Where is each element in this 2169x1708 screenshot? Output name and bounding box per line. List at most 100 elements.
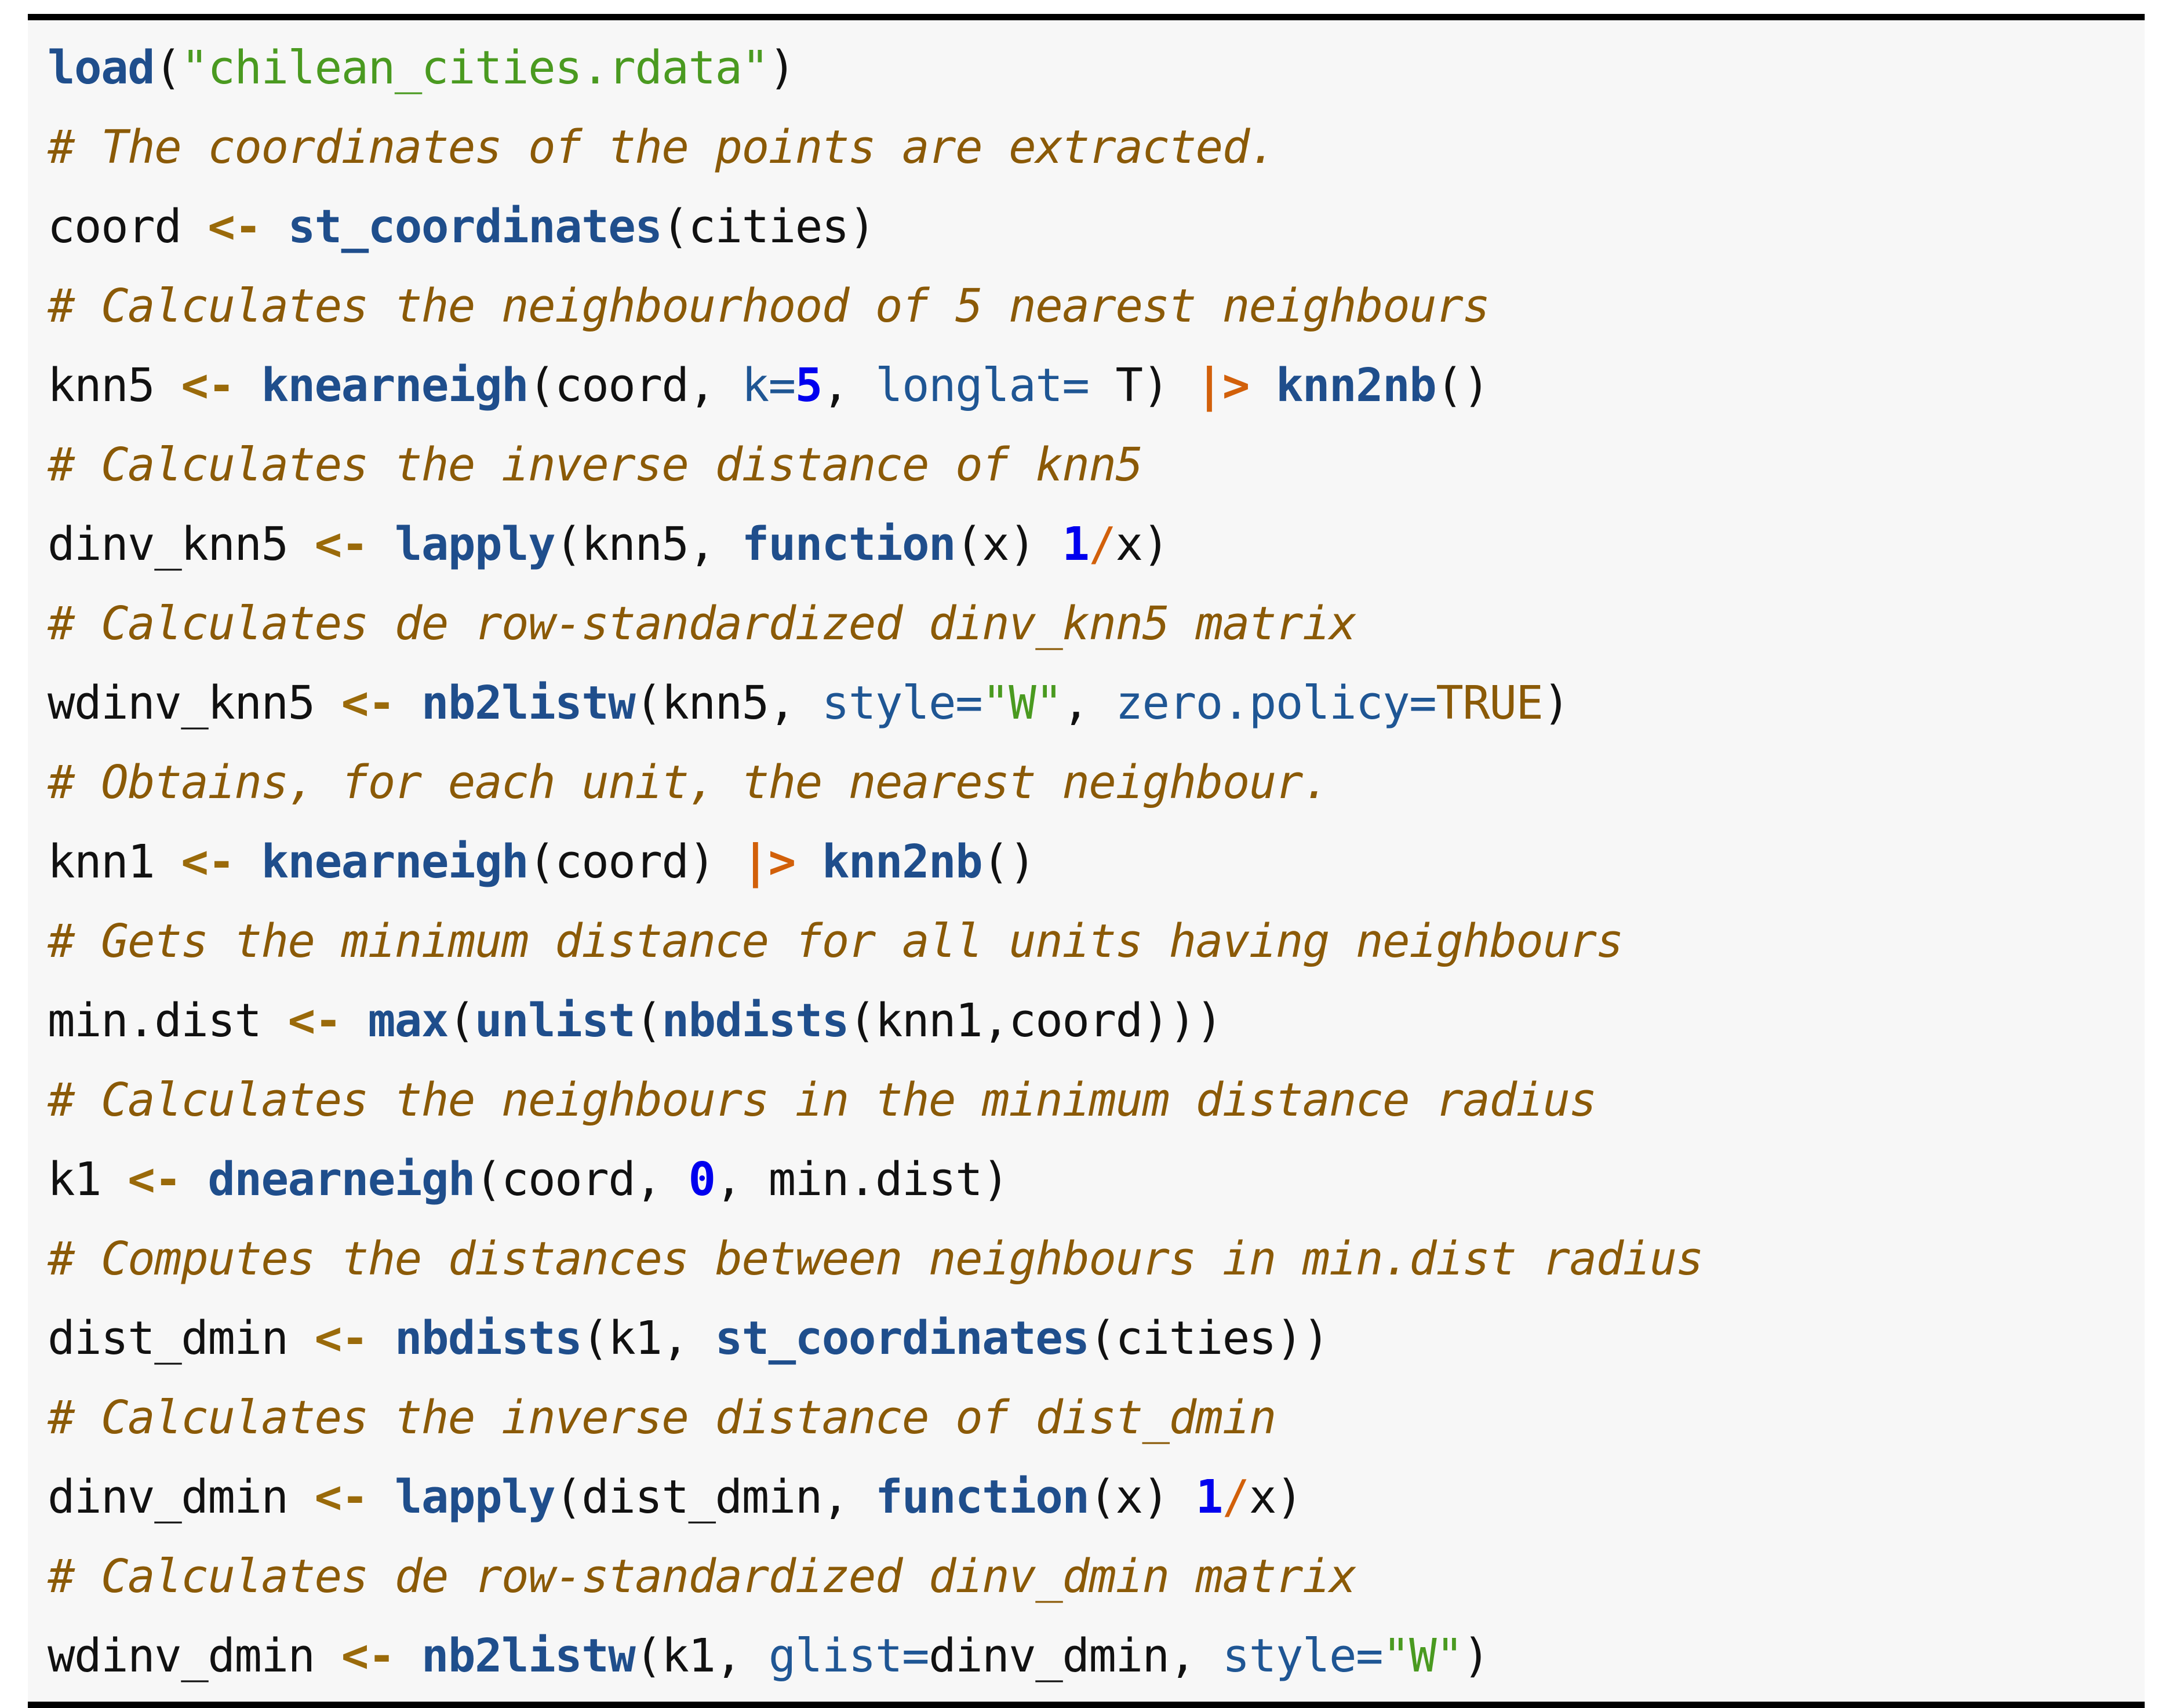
token-arg: k=: [741, 359, 796, 412]
code-comment-line: # Calculates the inverse distance of knn…: [28, 425, 2145, 505]
token-plain: (x): [1089, 1470, 1196, 1524]
token-fn: lapply: [394, 518, 556, 571]
comment-text: # The coordinates of the points are extr…: [48, 121, 1276, 174]
token-plain: (k1,: [581, 1312, 715, 1365]
comment-text: # Obtains, for each unit, the nearest ne…: [48, 756, 1330, 809]
comment-text: # Computes the distances between neighbo…: [48, 1232, 1704, 1285]
token-plain: (): [982, 835, 1036, 888]
code-line: k1 <- dnearneigh(coord, 0, min.dist): [28, 1140, 2145, 1219]
code-line: coord <- st_coordinates(cities): [28, 187, 2145, 267]
token-plain: ): [768, 41, 796, 94]
code-comment-line: # Calculates the neighbours in the minim…: [28, 1061, 2145, 1140]
code-line: min.dist <- max(unlist(nbdists(knn1,coor…: [28, 981, 2145, 1061]
comment-text: # Calculates de row-standardized dinv_dm…: [48, 1550, 1357, 1603]
token-op: <-: [341, 676, 396, 730]
token-fn: knn2nb: [1275, 359, 1437, 412]
comment-text: # Calculates the neighbours in the minim…: [48, 1073, 1597, 1127]
token-plain: dinv_knn5: [48, 518, 315, 571]
token-plain: (: [635, 994, 663, 1047]
token-plain: x): [1115, 518, 1170, 571]
token-op: <-: [287, 994, 343, 1047]
token-plain: ,: [821, 359, 875, 412]
token-fn: lapply: [394, 1470, 556, 1524]
code-comment-line: # Calculates de row-standardized dinv_kn…: [28, 584, 2145, 664]
token-plain: dinv_dmin,: [929, 1629, 1222, 1682]
code-comment-line: # Calculates de row-standardized dinv_dm…: [28, 1537, 2145, 1616]
token-plain: dist_dmin: [48, 1312, 315, 1365]
token-op: <-: [128, 1153, 182, 1206]
token-fn: st_coordinates: [287, 200, 663, 253]
token-plain: (knn5,: [555, 518, 742, 571]
token-op: <-: [181, 835, 235, 888]
token-fn: dnearneigh: [208, 1153, 475, 1206]
token-plain: (coord,: [528, 359, 742, 412]
token-plain: (cities): [661, 200, 876, 253]
token-fn: nbdists: [394, 1312, 583, 1365]
token-plain: ): [1462, 1629, 1490, 1682]
token-plain: (coord): [528, 835, 742, 888]
token-op: <-: [314, 518, 369, 571]
comment-text: # Calculates the inverse distance of knn…: [48, 438, 1143, 491]
token-num: 1: [1195, 1470, 1224, 1524]
token-op: <-: [208, 200, 262, 253]
token-fn: knn2nb: [821, 835, 983, 888]
token-plain: knn1: [48, 835, 181, 888]
token-fn: nbdists: [661, 994, 849, 1047]
code-comment-line: # Calculates the neighbourhood of 5 near…: [28, 267, 2145, 346]
token-plain: ): [1542, 676, 1571, 730]
token-fn: unlist: [475, 994, 636, 1047]
token-num: 5: [795, 359, 823, 412]
token-plain: min.dist: [48, 994, 288, 1047]
code-line: knn1 <- knearneigh(coord) |> knn2nb(): [28, 822, 2145, 902]
code-comment-line: # Gets the minimum distance for all unit…: [28, 902, 2145, 981]
token-plain: (x): [955, 518, 1062, 571]
code-listing-block: load("chilean_cities.rdata") # The coordi…: [28, 14, 2145, 1708]
code-line: dinv_knn5 <- lapply(knn5, function(x) 1/…: [28, 505, 2145, 584]
token-pipe: |>: [1195, 359, 1250, 412]
token-arg: style=: [821, 676, 983, 730]
token-str: "chilean_cities.rdata": [181, 41, 769, 94]
code-comment-line: # Computes the distances between neighbo…: [28, 1219, 2145, 1299]
token-plain: coord: [48, 200, 208, 253]
token-kw: function: [741, 518, 956, 571]
token-plain: T): [1089, 359, 1196, 412]
token-plain: (knn1,coord))): [848, 994, 1223, 1047]
code-comment-line: # The coordinates of the points are extr…: [28, 108, 2145, 187]
token-fn: st_coordinates: [715, 1312, 1090, 1365]
token-plain: knn5: [48, 359, 181, 412]
token-plain: (: [154, 41, 182, 94]
token-op: <-: [314, 1470, 369, 1524]
token-plain: x): [1249, 1470, 1304, 1524]
code-line: wdinv_dmin <- nb2listw(k1, glist=dinv_dm…: [28, 1616, 2145, 1696]
comment-text: # Calculates de row-standardized dinv_kn…: [48, 597, 1357, 650]
token-fn: knearneigh: [261, 359, 529, 412]
token-plain: (k1,: [635, 1629, 769, 1682]
token-arg: style=: [1222, 1629, 1384, 1682]
token-num: 0: [688, 1153, 716, 1206]
token-op: <-: [314, 1312, 369, 1365]
token-plain: ,: [1062, 676, 1116, 730]
token-slash: /: [1089, 518, 1116, 571]
token-str: "W": [982, 676, 1063, 730]
code-line: dinv_dmin <- lapply(dist_dmin, function(…: [28, 1458, 2145, 1537]
comment-text: # Gets the minimum distance for all unit…: [48, 915, 1624, 968]
token-fn: nb2listw: [421, 1629, 636, 1682]
token-plain: (cities)): [1089, 1312, 1330, 1365]
token-plain: (): [1436, 359, 1490, 412]
comment-text: # Calculates the inverse distance of dis…: [48, 1391, 1276, 1444]
token-str: "W": [1382, 1629, 1464, 1682]
code-body: load("chilean_cities.rdata") # The coordi…: [28, 28, 2145, 1696]
token-fn: load: [48, 41, 155, 94]
token-fn: max: [367, 994, 449, 1047]
code-comment-line: # Obtains, for each unit, the nearest ne…: [28, 743, 2145, 822]
